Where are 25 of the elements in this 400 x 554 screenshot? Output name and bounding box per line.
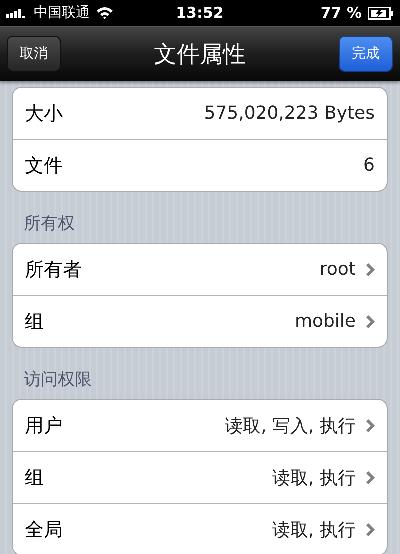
row-value: root: [320, 259, 356, 280]
signal-icon: [6, 8, 28, 18]
battery-icon: [368, 6, 394, 20]
row-label: 全局: [25, 518, 64, 542]
row-label: 组: [25, 466, 45, 490]
section-header: 访问权限: [23, 369, 93, 392]
carrier-name: 中国联通: [34, 4, 90, 22]
battery-percent: 77 %: [320, 4, 362, 22]
row-label: 文件: [25, 154, 64, 178]
row-label: 所有者: [25, 258, 83, 282]
row-value: 575,020,223 Bytes: [204, 103, 375, 124]
row-label: 组: [25, 310, 45, 334]
section-header: 所有权: [23, 213, 76, 236]
row-label: 大小: [25, 102, 64, 126]
row-label: 用户: [25, 414, 64, 438]
cancel-button[interactable]: 取消: [7, 36, 61, 72]
wifi-icon: [96, 6, 114, 20]
page-title: 文件属性: [154, 40, 246, 70]
row-value: 读取, 写入, 执行: [225, 414, 356, 438]
row-value: 读取, 执行: [272, 518, 356, 542]
done-button[interactable]: 完成: [339, 36, 393, 72]
clock: 13:52: [176, 4, 224, 22]
row-value: 读取, 执行: [272, 466, 356, 490]
row-value: 6: [364, 155, 375, 176]
row-value: mobile: [294, 311, 356, 332]
